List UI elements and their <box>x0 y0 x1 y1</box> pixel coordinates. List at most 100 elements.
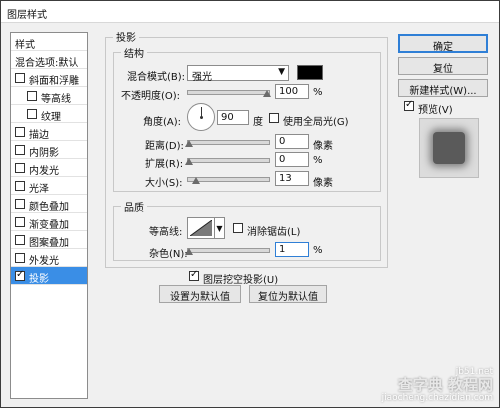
antialias-checkbox[interactable] <box>233 223 243 233</box>
reset-default-button[interactable]: 复位为默认值 <box>249 285 327 303</box>
distance-slider[interactable] <box>187 140 270 145</box>
checkbox[interactable] <box>15 199 25 209</box>
sidebar-item-label: 颜色叠加 <box>29 202 69 213</box>
checkbox[interactable] <box>27 109 37 119</box>
checkbox[interactable] <box>15 145 25 155</box>
sidebar-item-label: 斜面和浮雕 <box>29 76 79 87</box>
angle-value: 90 <box>221 112 234 123</box>
sidebar-item-label: 内发光 <box>29 166 59 177</box>
opacity-input[interactable]: 100 <box>275 84 309 99</box>
size-slider-handle[interactable] <box>192 177 200 184</box>
antialias-label: 消除锯齿(L) <box>247 227 301 238</box>
knockout-label: 图层挖空投影(U) <box>203 275 279 286</box>
sidebar-item-blending-options[interactable]: 混合选项:默认 <box>11 51 87 69</box>
noise-value: 1 <box>279 244 286 255</box>
global-light-label: 使用全局光(G) <box>283 117 349 128</box>
structure-title: 结构 <box>121 45 147 60</box>
chevron-down-icon: ▼ <box>278 67 285 77</box>
checkbox[interactable] <box>15 127 25 137</box>
opacity-label: 不透明度(O): <box>121 91 181 102</box>
sidebar-item-outer-glow[interactable]: 外发光 <box>11 249 87 267</box>
size-label: 大小(S): <box>145 178 183 189</box>
blend-mode-value: 强光 <box>192 72 212 83</box>
checkbox[interactable] <box>15 73 25 83</box>
spread-slider[interactable] <box>187 158 270 163</box>
sidebar-item-label: 图案叠加 <box>29 238 69 249</box>
contour-picker[interactable] <box>187 217 215 239</box>
sidebar-item-texture[interactable]: 纹理 <box>11 105 87 123</box>
sidebar-item-inner-glow[interactable]: 内发光 <box>11 159 87 177</box>
set-default-button[interactable]: 设置为默认值 <box>159 285 241 303</box>
set-default-button-label: 设置为默认值 <box>170 292 230 303</box>
preview-checkbox[interactable] <box>404 99 414 111</box>
contour-curve-icon <box>190 220 212 236</box>
blend-mode-select[interactable]: 强光 ▼ <box>187 65 289 83</box>
angle-input[interactable]: 90 <box>217 110 249 125</box>
blend-mode-label: 混合模式(B): <box>127 72 186 83</box>
sidebar-item-color-overlay[interactable]: 颜色叠加 <box>11 195 87 213</box>
global-light-checkbox[interactable] <box>269 113 279 123</box>
sidebar-item-styles[interactable]: 样式 <box>11 33 87 51</box>
new-style-button-label: 新建样式(W)... <box>409 86 477 97</box>
checkbox[interactable] <box>15 253 25 263</box>
watermark-line-2: 查字典 教程网 <box>397 376 493 394</box>
sidebar-item-stroke[interactable]: 描边 <box>11 123 87 141</box>
sidebar-item-contour[interactable]: 等高线 <box>11 87 87 105</box>
contour-dropdown[interactable]: ▼ <box>215 217 225 239</box>
reset-button-label: 复位 <box>433 64 453 75</box>
angle-dial-center <box>200 116 203 119</box>
shadow-color-swatch[interactable] <box>297 65 323 80</box>
spread-input[interactable]: 0 <box>275 152 309 167</box>
opacity-slider-handle[interactable] <box>263 90 271 97</box>
distance-value: 0 <box>279 136 286 147</box>
sidebar-item-satin[interactable]: 光泽 <box>11 177 87 195</box>
sidebar-item-pattern-overlay[interactable]: 图案叠加 <box>11 231 87 249</box>
distance-input[interactable]: 0 <box>275 134 309 149</box>
noise-unit: % <box>313 245 323 256</box>
distance-slider-handle[interactable] <box>185 140 193 147</box>
angle-label: 角度(A): <box>143 117 182 128</box>
sidebar-item-bevel-emboss[interactable]: 斜面和浮雕 <box>11 69 87 87</box>
preview-label: 预览(V) <box>418 105 453 116</box>
watermark: jb51.net 查字典 教程网 jiaocheng.chazidian.com <box>382 367 493 403</box>
checkbox[interactable] <box>15 217 25 227</box>
sidebar-item-inner-shadow[interactable]: 内阴影 <box>11 141 87 159</box>
sidebar-item-drop-shadow[interactable]: 投影 <box>11 267 87 285</box>
noise-label: 杂色(N): <box>149 249 188 260</box>
quality-title: 品质 <box>121 199 147 214</box>
sidebar-item-label: 光泽 <box>29 184 49 195</box>
sidebar-item-label: 混合选项:默认 <box>15 58 79 69</box>
noise-slider[interactable] <box>187 248 270 253</box>
reset-button[interactable]: 复位 <box>398 57 488 75</box>
style-preview-shape <box>433 132 465 164</box>
angle-dial[interactable] <box>187 103 215 131</box>
checkbox[interactable] <box>15 235 25 245</box>
checkbox[interactable] <box>15 181 25 191</box>
new-style-button[interactable]: 新建样式(W)... <box>398 79 488 97</box>
sidebar-item-label: 内阴影 <box>29 148 59 159</box>
opacity-value: 100 <box>279 86 299 97</box>
watermark-line-3: jiaocheng.chazidian.com <box>381 393 493 403</box>
knockout-checkbox[interactable] <box>189 269 199 281</box>
title-bar: 图层样式 <box>1 1 499 23</box>
spread-unit: % <box>313 155 323 166</box>
ok-button-label: 确定 <box>433 42 453 53</box>
sidebar-item-label: 投影 <box>29 274 49 285</box>
size-value: 13 <box>279 173 292 184</box>
opacity-slider[interactable] <box>187 90 270 95</box>
ok-button[interactable]: 确定 <box>398 34 488 53</box>
checkbox[interactable] <box>27 91 37 101</box>
sidebar-item-gradient-overlay[interactable]: 渐变叠加 <box>11 213 87 231</box>
drop-shadow-title: 投影 <box>113 29 139 44</box>
size-input[interactable]: 13 <box>275 171 309 186</box>
noise-input[interactable]: 1 <box>275 242 309 257</box>
noise-slider-handle[interactable] <box>185 248 193 255</box>
spread-label: 扩展(R): <box>145 159 184 170</box>
sidebar-item-label: 渐变叠加 <box>29 220 69 231</box>
checkbox[interactable] <box>15 163 25 173</box>
opacity-unit: % <box>313 87 323 98</box>
spread-slider-handle[interactable] <box>185 158 193 165</box>
style-preview-thumbnail <box>419 118 479 178</box>
checkbox[interactable] <box>15 269 25 281</box>
chevron-down-icon: ▼ <box>216 224 223 233</box>
